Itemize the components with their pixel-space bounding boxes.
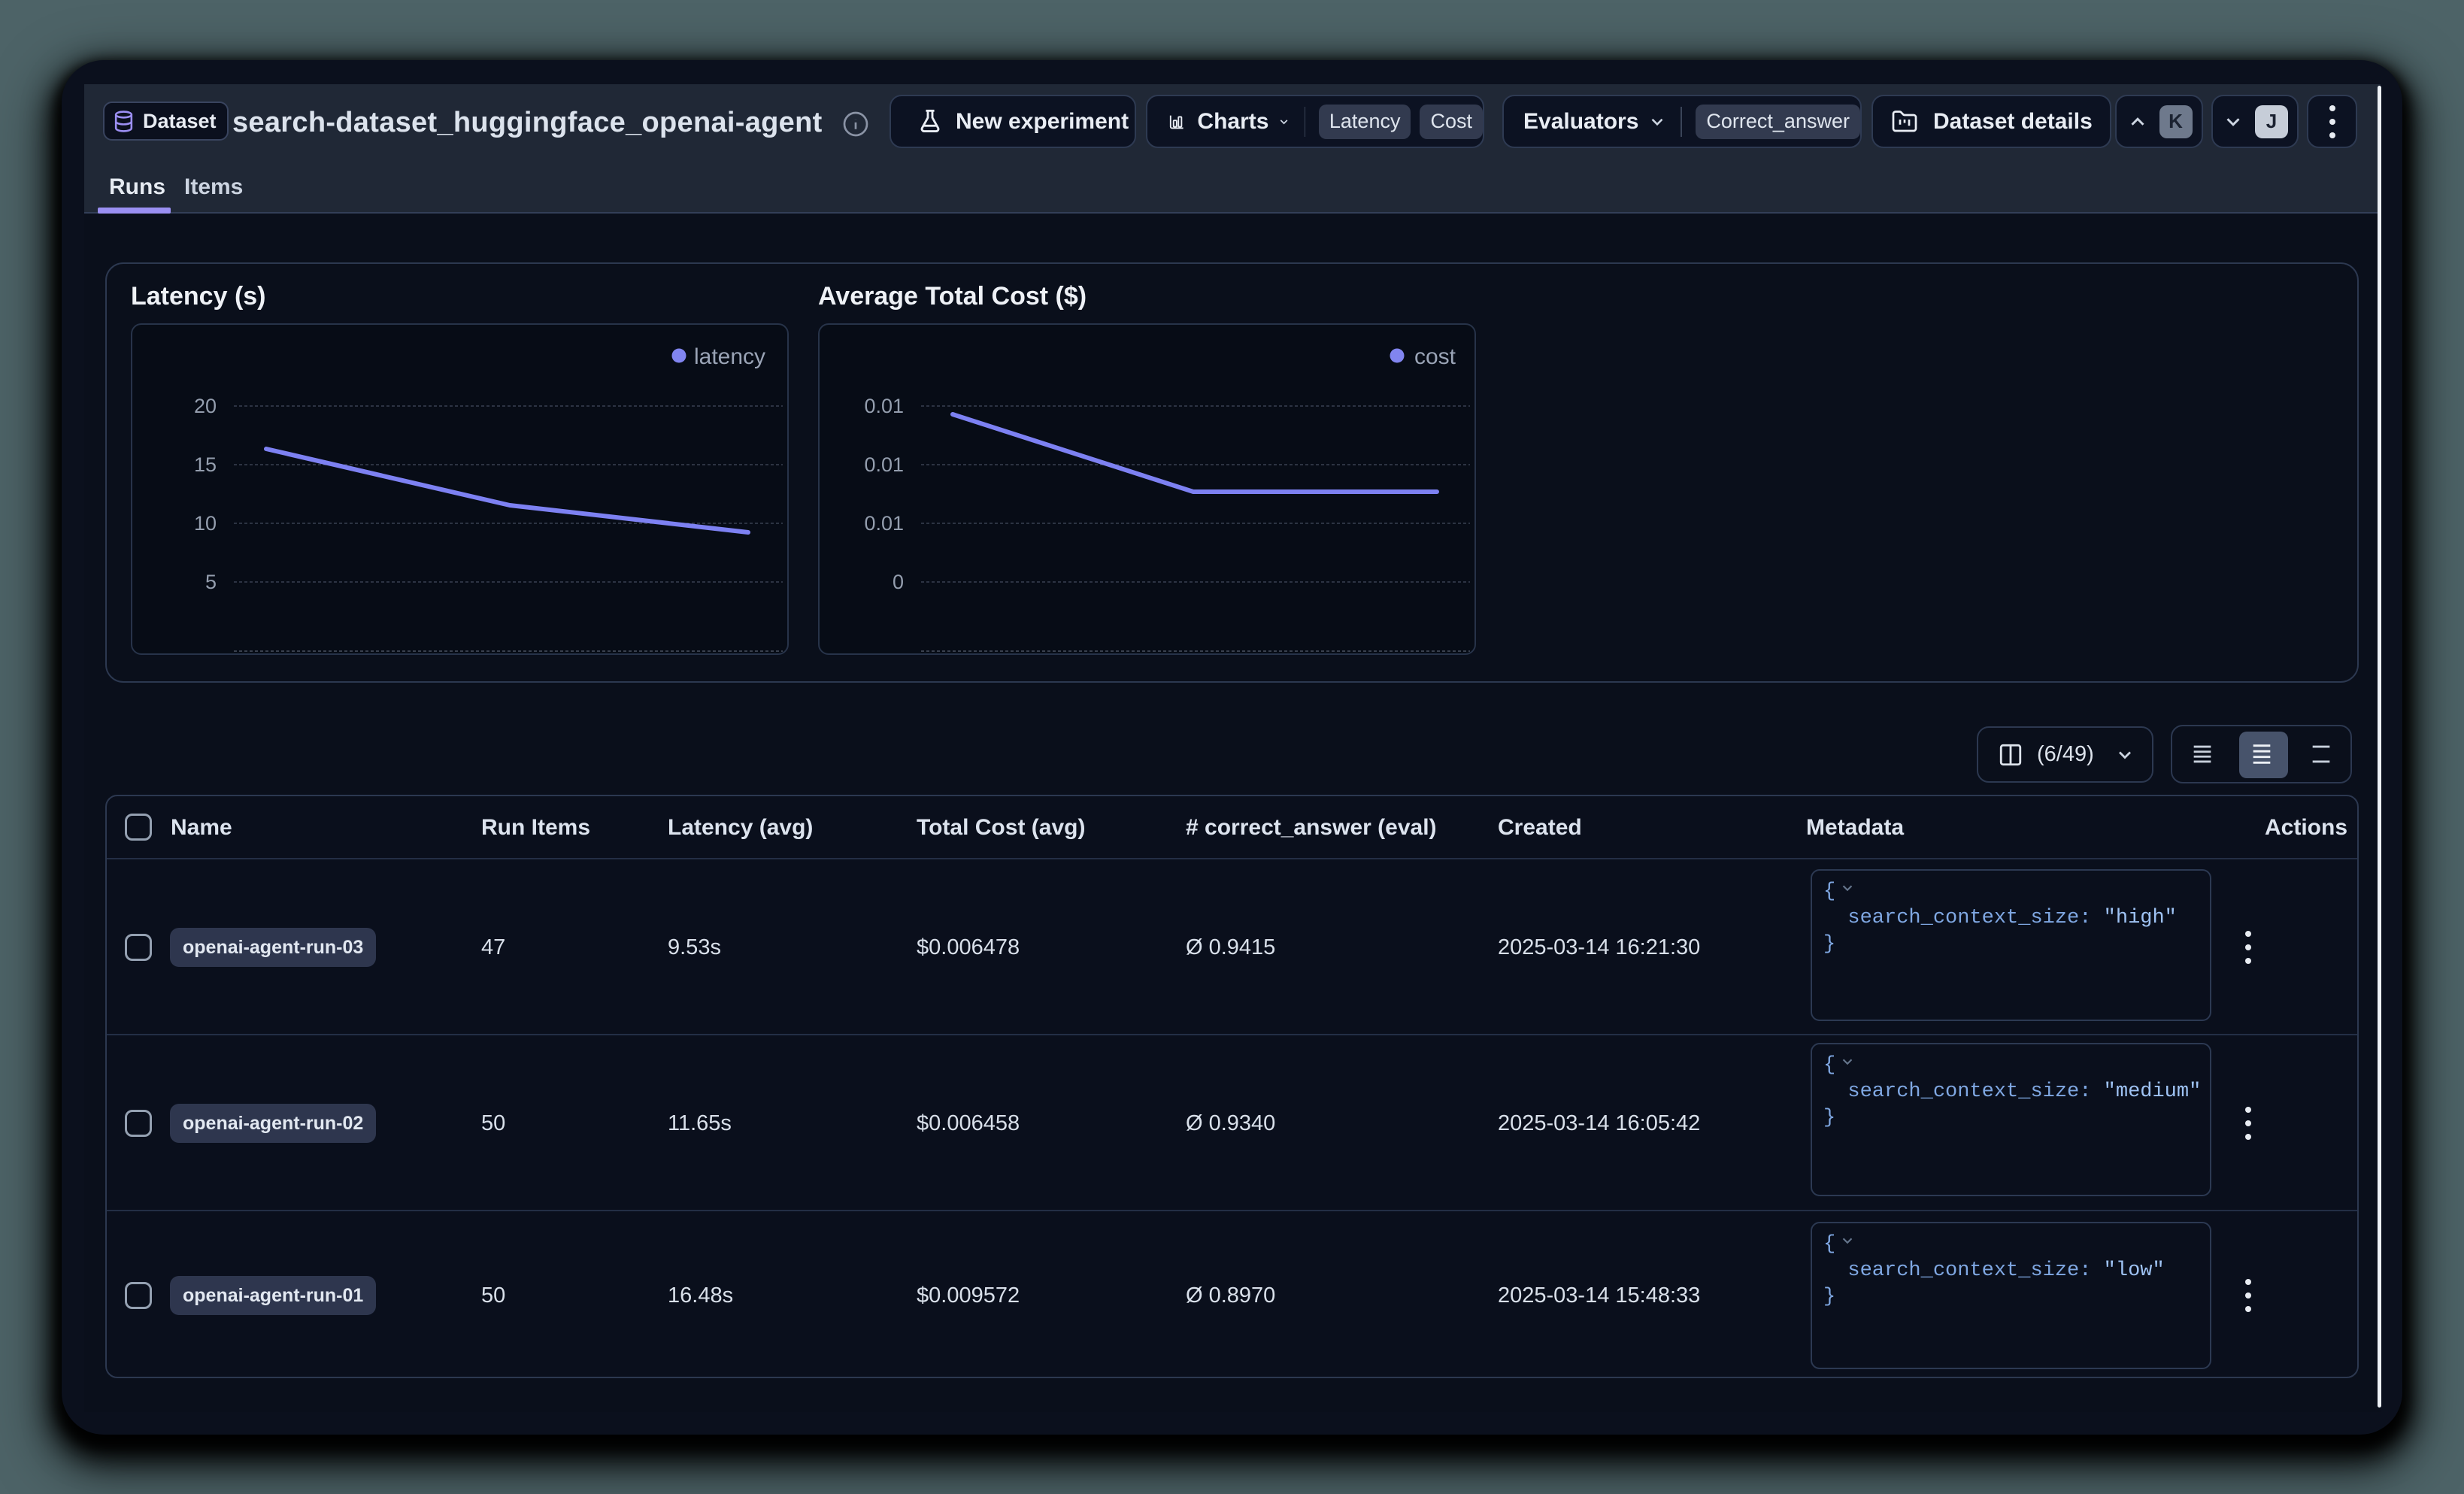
svg-text:cost: cost	[1414, 344, 1456, 369]
svg-text:0.01: 0.01	[864, 512, 904, 535]
svg-text:latency: latency	[694, 344, 765, 369]
svg-text:0: 0	[893, 571, 904, 593]
svg-text:15: 15	[194, 453, 217, 476]
svg-text:10: 10	[194, 512, 217, 535]
svg-text:0.01: 0.01	[864, 395, 904, 417]
svg-text:20: 20	[194, 395, 217, 417]
svg-text:5: 5	[205, 571, 217, 593]
svg-text:0.01: 0.01	[864, 453, 904, 476]
